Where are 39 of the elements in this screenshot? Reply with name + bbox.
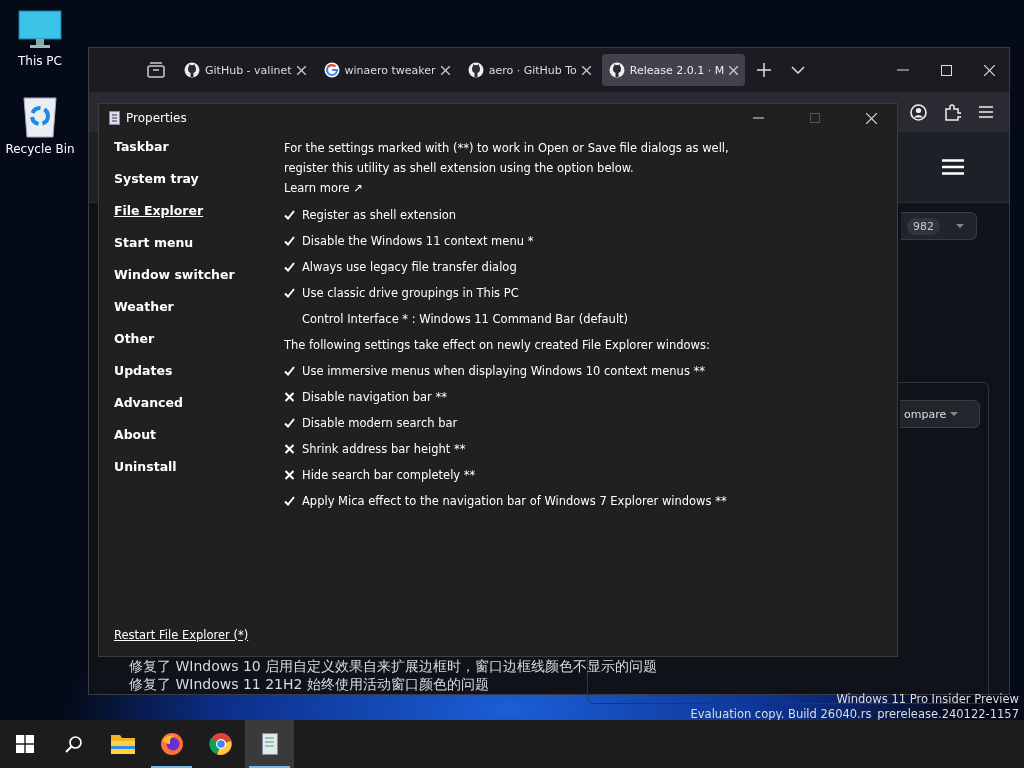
- browser-tab[interactable]: Release 2.0.1 · M: [601, 54, 746, 86]
- release-note-line: 修复了 WIndows 11 21H2 始终使用活动窗口颜色的问题: [129, 676, 490, 693]
- release-note-line: 修复了 WIndows 10 启用自定义效果自来扩展边框时，窗口边框线颜色不显示的问题: [129, 658, 658, 675]
- setting-option[interactable]: Shrink address bar height **: [302, 442, 466, 456]
- setting-option[interactable]: Disable navigation bar **: [302, 390, 447, 404]
- compare-button[interactable]: ompare: [900, 400, 980, 428]
- sidebar-item[interactable]: Uninstall: [114, 458, 177, 476]
- sidebar-item[interactable]: Taskbar: [114, 138, 169, 156]
- setting-option[interactable]: Disable modern search bar: [302, 416, 458, 430]
- setting-option[interactable]: Control Interface * : Windows 11 Command Bar (default): [302, 312, 629, 326]
- sidebar-item[interactable]: Start menu: [114, 234, 194, 252]
- sidebar-item[interactable]: About: [114, 426, 157, 444]
- section-note: The following settings take effect on newly created File Explorer windows:: [284, 338, 710, 352]
- setting-option[interactable]: Use classic drive groupings in This PC: [302, 286, 519, 300]
- sidebar-item[interactable]: Other: [114, 330, 155, 348]
- restart-link[interactable]: Restart File Explorer (*): [114, 628, 284, 642]
- star-count-button[interactable]: 982: [901, 212, 977, 240]
- sidebar-item[interactable]: Weather: [114, 298, 174, 316]
- sidebar-item[interactable]: Updates: [114, 362, 173, 380]
- browser-tab[interactable]: aero · GitHub To: [460, 54, 598, 86]
- browser-tab[interactable]: GitHub - valinet: [177, 54, 313, 86]
- sidebar-item[interactable]: File Explorer: [114, 202, 204, 220]
- sidebar-item[interactable]: Advanced: [114, 394, 183, 412]
- setting-option[interactable]: Always use legacy file transfer dialog: [302, 260, 517, 274]
- watermark-text: Evaluation copy. Build 26040.rs_prerelease.240122-1157: [690, 707, 1019, 722]
- sidebar-item[interactable]: Window switcher: [114, 266, 235, 284]
- setting-option[interactable]: Use immersive menus when displaying Windows 10 context menus **: [302, 364, 706, 378]
- watermark-text: Windows 11 Pro Insider Preview: [836, 692, 1019, 707]
- learn-more-link[interactable]: Learn more ↗: [284, 178, 363, 198]
- setting-option[interactable]: Disable the Windows 11 context menu *: [302, 234, 534, 248]
- desktop-icon-label[interactable]: Recycle Bin: [5, 142, 75, 156]
- setting-option[interactable]: Register as shell extension: [302, 208, 457, 222]
- intro-text: For the settings marked with (**) to work in Open or Save file dialogs as well, register this utility as shell extension using the option below.: [284, 140, 730, 177]
- setting-option[interactable]: Apply Mica effect to the navigation bar of Windows 7 Explorer windows **: [302, 494, 727, 508]
- browser-tab[interactable]: winaero tweaker: [316, 54, 457, 86]
- window-title: Properties: [126, 111, 187, 125]
- desktop-icon-label[interactable]: This PC: [18, 54, 62, 68]
- setting-option[interactable]: Hide search bar completely **: [302, 468, 476, 482]
- sidebar-item[interactable]: System tray: [114, 170, 199, 188]
